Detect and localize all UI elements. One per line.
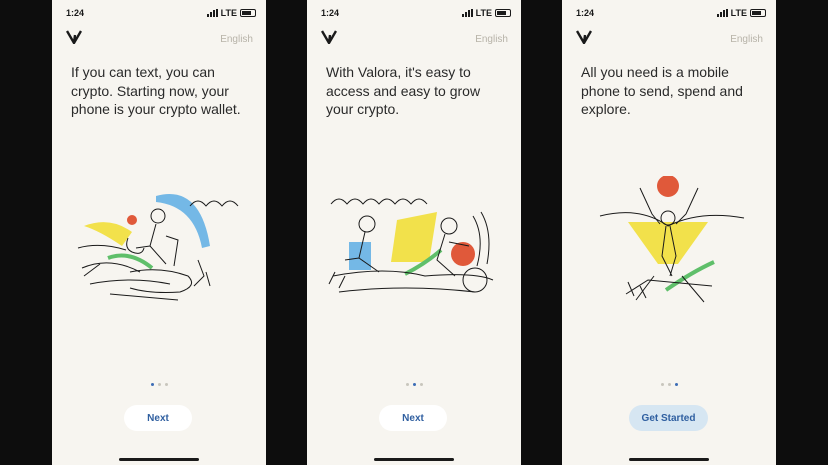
status-time: 1:24 [66,8,85,18]
page-dot-active [412,383,416,386]
signal-icon [461,9,473,17]
illustration-sitting-people [77,194,239,301]
page-dot [660,383,664,386]
page-dot-active [150,383,154,386]
status-bar: 1:24 LTE [576,8,766,20]
signal-icon [716,9,728,17]
battery-icon [240,9,256,17]
language-selector[interactable]: English [730,34,763,45]
status-bar: 1:24 LTE [66,8,256,20]
next-button[interactable]: Next [124,405,192,431]
valora-logo-icon [576,30,592,44]
valora-logo-icon [66,30,82,44]
status-time: 1:24 [321,8,340,18]
page-dot [419,383,423,386]
onboarding-screen-3: 1:24 LTE English All you need is a mobil… [562,0,776,465]
page-indicator [562,383,776,386]
signal-icon [206,9,218,17]
valora-logo-icon [321,30,337,44]
page-indicator [307,383,521,386]
battery-icon [495,9,511,17]
onboarding-headline: If you can text, you can crypto. Startin… [71,64,241,117]
home-indicator [374,458,454,461]
page-dot [405,383,409,386]
language-selector[interactable]: English [220,34,253,45]
illustration-two-people [328,198,494,293]
illustration-person-arms-up [599,176,745,303]
next-button[interactable]: Next [379,405,447,431]
page-indicator [52,383,266,386]
onboarding-screen-1: 1:24 LTE English If you can text, you ca… [52,0,266,465]
home-indicator [119,458,199,461]
page-dot [157,383,161,386]
language-selector[interactable]: English [475,34,508,45]
battery-icon [750,9,766,17]
network-label: LTE [475,8,492,18]
network-label: LTE [220,8,237,18]
onboarding-headline: With Valora, it's easy to access and eas… [326,64,481,117]
page-dot [667,383,671,386]
page-dot-active [674,383,678,386]
page-dot [164,383,168,386]
onboarding-screen-2: 1:24 LTE English With Valora, it's easy … [307,0,521,465]
status-time: 1:24 [576,8,595,18]
status-bar: 1:24 LTE [321,8,511,20]
network-label: LTE [730,8,747,18]
onboarding-headline: All you need is a mobile phone to send, … [581,64,743,117]
home-indicator [629,458,709,461]
get-started-button[interactable]: Get Started [629,405,708,431]
